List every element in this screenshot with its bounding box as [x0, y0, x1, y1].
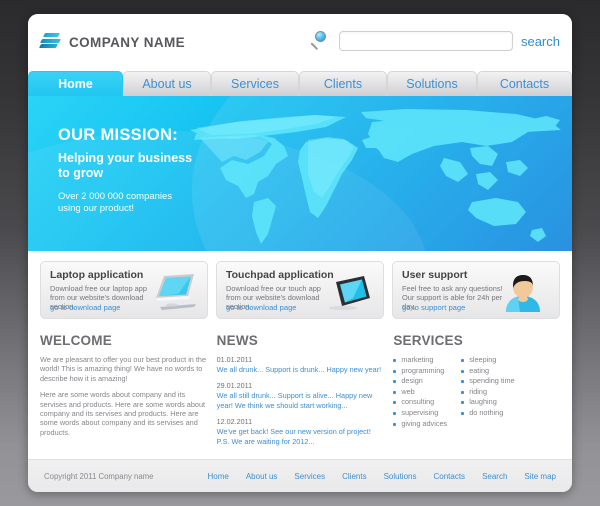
service-item[interactable]: web	[393, 387, 447, 398]
service-item[interactable]: marketing	[393, 355, 447, 366]
laptop-icon	[156, 274, 196, 310]
site-header: COMPANY NAME search	[28, 14, 572, 70]
hero-subtitle-line2: to grow	[58, 166, 104, 180]
feature-cards: Laptop application Download free our lap…	[28, 251, 572, 319]
content-columns: WELCOME We are pleasant to offer you our…	[28, 319, 572, 454]
news-heading: NEWS	[216, 333, 258, 348]
footer-link-site-map[interactable]: Site map	[524, 472, 556, 481]
services-list-left: marketing programming design web consult…	[393, 355, 447, 429]
hero-copy: OUR MISSION: Helping your business to gr…	[58, 126, 192, 215]
card-link[interactable]: go to download page	[226, 303, 297, 312]
nav-item-services[interactable]: Services	[211, 71, 299, 96]
search-area: search	[309, 30, 560, 52]
magnifier-icon[interactable]	[309, 30, 331, 52]
news-date: 01.01.2011	[216, 355, 253, 364]
service-item[interactable]: do nothing	[461, 408, 514, 419]
welcome-paragraph-2: Here are some words about company and it…	[40, 390, 206, 437]
search-input[interactable]	[338, 31, 513, 51]
welcome-heading: WELCOME	[40, 333, 112, 348]
user-avatar-icon	[506, 275, 540, 312]
news-text[interactable]: We've get back! See our new version of p…	[217, 427, 384, 446]
news-date: 29.01.2011	[216, 381, 253, 391]
news-item: 01.01.2011 We all drunk... Support is dr…	[217, 355, 384, 374]
services-heading: SERVICES	[393, 333, 463, 348]
service-item[interactable]: riding	[461, 387, 514, 398]
footer-link-contacts[interactable]: Contacts	[433, 472, 465, 481]
service-item[interactable]: laughing	[461, 397, 514, 408]
news-column: NEWS 01.01.2011 We all drunk... Support …	[217, 333, 384, 453]
nav-item-contacts[interactable]: Contacts	[477, 71, 572, 96]
search-button[interactable]: search	[521, 34, 560, 49]
logo[interactable]: COMPANY NAME	[39, 32, 186, 52]
news-item: 12.02.2011 We've get back! See our new v…	[217, 417, 384, 446]
footer-link-clients[interactable]: Clients	[342, 472, 366, 481]
nav-item-about-us[interactable]: About us	[123, 71, 211, 96]
service-item[interactable]: consulting	[393, 397, 447, 408]
service-item[interactable]: sleeping	[461, 355, 514, 366]
footer-link-search[interactable]: Search	[482, 472, 507, 481]
copyright-text: Copyright 2011 Company name	[44, 471, 154, 481]
card-touchpad-application[interactable]: Touchpad application Download free our t…	[216, 261, 384, 319]
card-link[interactable]: go to support page	[402, 303, 465, 312]
news-text[interactable]: We all drunk... Support is drunk... Happ…	[217, 365, 384, 374]
service-item[interactable]: supervising	[393, 408, 447, 419]
footer-link-about-us[interactable]: About us	[246, 472, 278, 481]
service-item[interactable]: giving advices	[393, 419, 447, 430]
nav-item-clients[interactable]: Clients	[299, 71, 387, 96]
news-item: 29.01.2011 We all still drunk... Support…	[217, 381, 384, 410]
card-laptop-application[interactable]: Laptop application Download free our lap…	[40, 261, 208, 319]
service-item[interactable]: spending time	[461, 376, 515, 387]
nav-item-solutions[interactable]: Solutions	[387, 71, 477, 96]
welcome-column: WELCOME We are pleasant to offer you our…	[40, 333, 207, 453]
hero-title: OUR MISSION:	[58, 126, 179, 144]
footer-link-solutions[interactable]: Solutions	[384, 472, 417, 481]
welcome-paragraph-1: We are pleasant to offer you our best pr…	[40, 355, 207, 383]
card-link[interactable]: go to download page	[50, 303, 121, 312]
hero-subtitle-line1: Helping your business	[58, 151, 193, 165]
footer-link-services[interactable]: Services	[294, 472, 325, 481]
service-item[interactable]: programming	[393, 366, 447, 377]
news-date: 12.02.2011	[216, 417, 253, 427]
main-navigation: Home About us Services Clients Solutions…	[28, 70, 572, 96]
service-item[interactable]: design	[393, 376, 447, 387]
tablet-icon	[329, 276, 370, 310]
news-text[interactable]: We all still drunk... Support is alive..…	[217, 391, 384, 410]
site-footer: Copyright 2011 Company name Home About u…	[28, 459, 572, 492]
footer-links: Home About us Services Clients Solutions…	[208, 472, 557, 481]
services-column: SERVICES marketing programming design we…	[393, 333, 560, 453]
services-list-right: sleeping eating spending time riding lau…	[461, 355, 515, 429]
service-item[interactable]: eating	[461, 366, 514, 377]
card-user-support[interactable]: User support Feel free to ask any questi…	[392, 261, 560, 319]
world-map-icon	[190, 109, 561, 244]
footer-link-home[interactable]: Home	[208, 472, 229, 481]
website-page: COMPANY NAME search Home About us Servic…	[28, 14, 572, 492]
hero-note-line1: Over 2 000 000 companies	[58, 191, 173, 202]
company-name: COMPANY NAME	[69, 34, 186, 50]
hero-banner: OUR MISSION: Helping your business to gr…	[28, 96, 572, 251]
stacked-bars-logo-icon	[39, 32, 61, 52]
nav-item-home[interactable]: Home	[28, 71, 123, 96]
hero-note-line2: using our product!	[58, 203, 135, 214]
